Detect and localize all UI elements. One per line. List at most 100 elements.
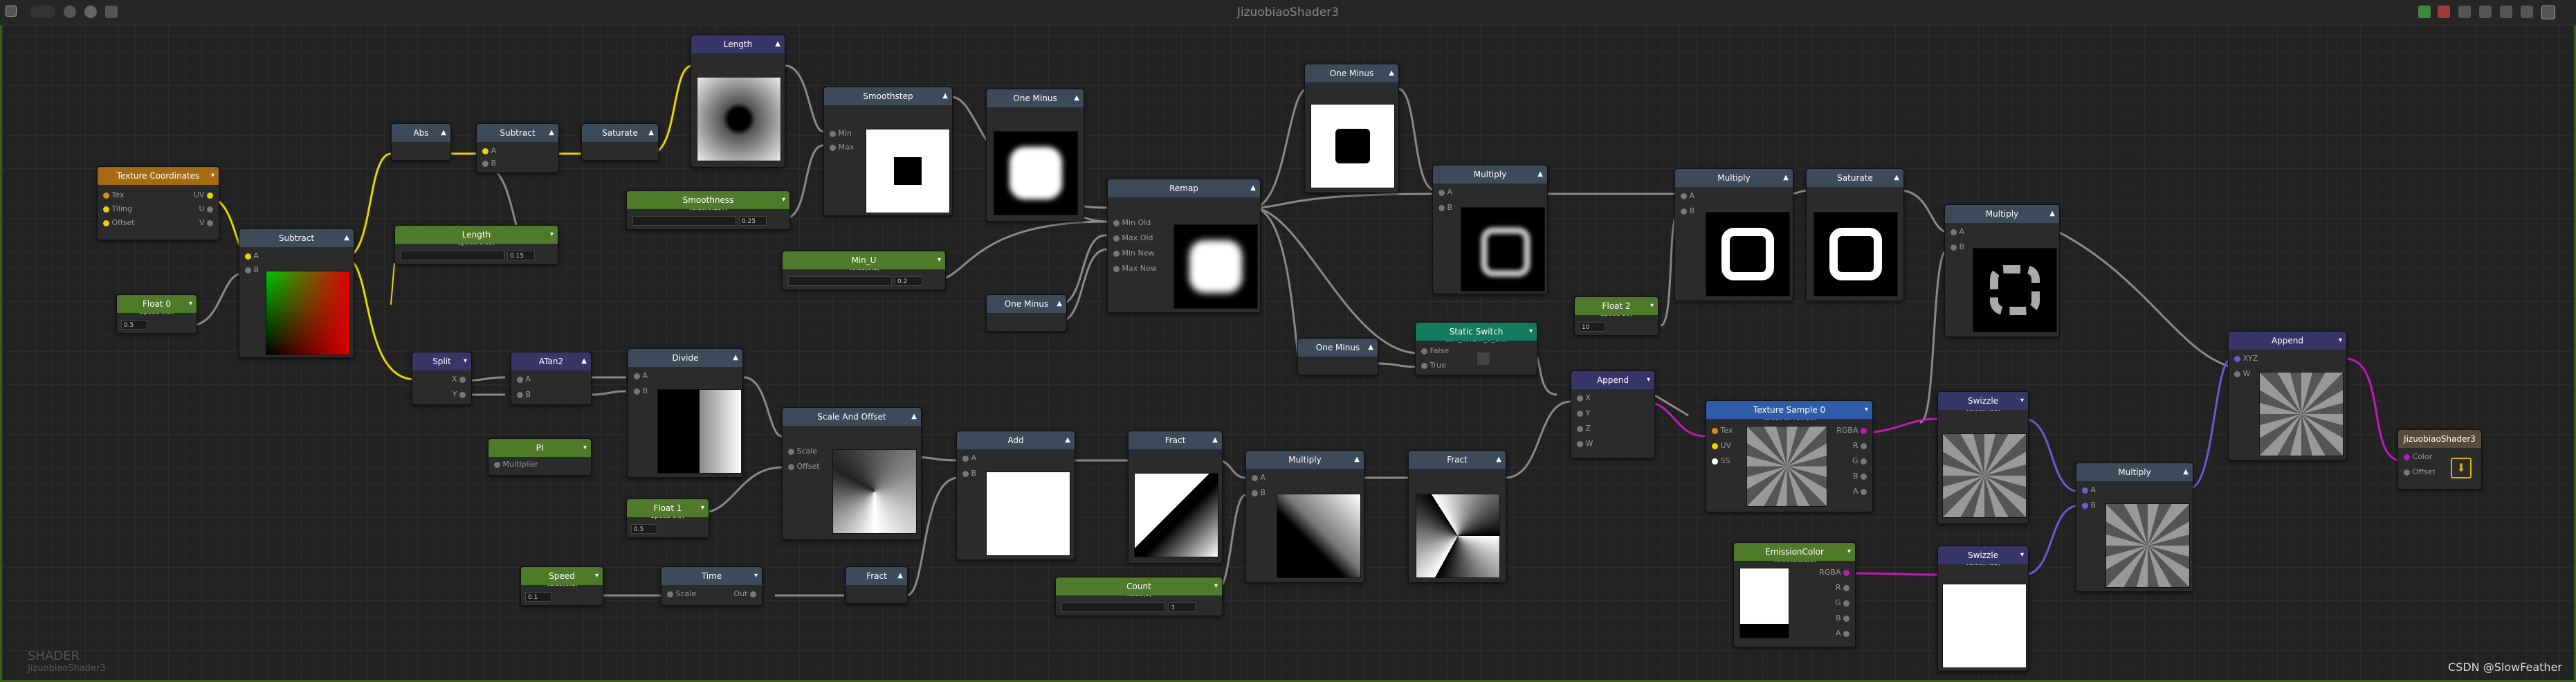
port-w[interactable]: W (2234, 369, 2250, 378)
node-header[interactable]: Smoothstep ▲ (824, 87, 952, 105)
dropdown-arrow-icon[interactable]: ▾ (2339, 332, 2342, 350)
node-texture-coordinates[interactable]: Texture Coordinates ▾ Tex Tiling Offset U… (97, 166, 219, 240)
dropdown-arrow-icon[interactable]: ▾ (1214, 577, 1218, 595)
port-scale[interactable]: Scale (667, 589, 696, 598)
node-saturate[interactable]: Saturate ▲ (581, 123, 659, 161)
collapse-arrow-icon[interactable]: ▲ (1057, 295, 1062, 313)
node-header[interactable]: Multiply ▲ (1246, 451, 1364, 469)
port-max-new[interactable]: Max New (1113, 264, 1157, 273)
node-header[interactable]: EmissionColor ▾ (1734, 543, 1855, 561)
node-split[interactable]: Split ▾ X Y (412, 352, 472, 405)
node-header[interactable]: Count ▾ (1056, 577, 1222, 595)
node-header[interactable]: PI ▾ (488, 439, 591, 457)
node-speed[interactable]: Speed▾ Value(0.1) 0.1 (520, 566, 603, 606)
node-fract-3[interactable]: Fract ▲ (846, 566, 908, 604)
slider-field[interactable] (1061, 602, 1165, 612)
node-multiply[interactable]: Multiply ▲ A B (1432, 165, 1548, 294)
node-header[interactable]: One Minus ▲ (1298, 339, 1378, 357)
port-r[interactable]: R (1836, 583, 1849, 592)
node-min-u[interactable]: Min_U▾ Value(0.2) 0.2 (782, 251, 946, 290)
dropdown-arrow-icon[interactable]: ▾ (1650, 297, 1654, 315)
node-subtract-2[interactable]: Subtract ▲ A B (476, 123, 559, 173)
node-append[interactable]: Append ▾ X Y Z W (1571, 370, 1655, 458)
port-uv[interactable]: UV (194, 190, 213, 199)
node-fract[interactable]: Fract ▲ (1128, 431, 1223, 564)
node-header[interactable]: JizuobiaoShader3 (2398, 430, 2481, 448)
node-static-switch[interactable]: Static Switch▾ Sort_INVERT_U_ON) False T… (1415, 322, 1537, 375)
port-ss[interactable]: SS (1712, 456, 1730, 465)
node-remap[interactable]: Remap ▲ Min Old Max Old Min New Max New (1107, 179, 1261, 313)
float-value-field[interactable]: 0.5 (631, 524, 657, 534)
float-value-field[interactable]: 0.5 (121, 320, 147, 330)
dropdown-arrow-icon[interactable]: ▾ (595, 567, 599, 585)
dropdown-arrow-icon[interactable]: ▾ (464, 352, 467, 370)
port-a[interactable]: A (517, 375, 531, 384)
node-output[interactable]: JizuobiaoShader3 Color Offset ⬇ (2397, 429, 2482, 490)
port-a[interactable]: A (1438, 188, 1452, 197)
port-x[interactable]: X (1577, 393, 1591, 402)
float-value-field[interactable]: 0.15 (507, 251, 535, 260)
collapse-arrow-icon[interactable]: ▲ (344, 229, 349, 247)
node-header[interactable]: Float 0 ▾ (117, 295, 197, 313)
node-header[interactable]: Append ▾ (2229, 332, 2346, 350)
dropdown-arrow-icon[interactable]: ▾ (2020, 546, 2024, 564)
node-time[interactable]: Time ▾ Scale Out (661, 566, 762, 606)
collapse-arrow-icon[interactable]: ▲ (581, 352, 587, 370)
node-header[interactable]: Swizzle ▾ (1938, 546, 2028, 564)
node-multiply-2[interactable]: Multiply ▲ A B (1674, 168, 1793, 301)
node-header[interactable]: One Minus ▲ (987, 89, 1084, 107)
port-a[interactable]: A (1853, 487, 1867, 496)
dropdown-arrow-icon[interactable]: ▾ (1529, 323, 1533, 341)
port-max-old[interactable]: Max Old (1113, 233, 1153, 242)
collapse-arrow-icon[interactable]: ▲ (1496, 451, 1501, 469)
collapse-arrow-icon[interactable]: ▲ (1894, 169, 1899, 187)
port-g[interactable]: G (1852, 456, 1867, 465)
node-header[interactable]: Fract ▲ (1129, 431, 1222, 449)
collapse-arrow-icon[interactable]: ▲ (897, 567, 903, 585)
port-xyz[interactable]: XYZ (2234, 354, 2258, 363)
node-header[interactable]: Append ▾ (1571, 371, 1654, 389)
node-header[interactable]: Float 2 ▾ (1575, 297, 1658, 315)
node-header[interactable]: Float 1 ▾ (627, 499, 709, 517)
node-length-float[interactable]: Length▾ Speed 0.15) 0.15 (394, 225, 558, 264)
port-offset[interactable]: Offset (788, 462, 820, 471)
port-rgba[interactable]: RGBA (1836, 426, 1867, 435)
dropdown-arrow-icon[interactable]: ▾ (211, 167, 214, 185)
port-x[interactable]: X (452, 375, 466, 384)
dropdown-arrow-icon[interactable]: ▾ (701, 499, 704, 517)
node-header[interactable]: ATan2 ▲ (511, 352, 591, 370)
collapse-arrow-icon[interactable]: ▲ (1783, 169, 1789, 187)
node-header[interactable]: Split ▾ (412, 352, 471, 370)
port-b[interactable]: B (1951, 242, 1964, 251)
node-header[interactable]: Speed ▾ (521, 567, 603, 585)
port-b[interactable]: B (1438, 203, 1452, 212)
port-min-old[interactable]: Min Old (1113, 218, 1151, 227)
node-abs[interactable]: Abs ▲ (391, 123, 451, 161)
collapse-arrow-icon[interactable]: ▲ (1212, 431, 1218, 449)
dropdown-arrow-icon[interactable]: ▾ (782, 191, 785, 209)
node-header[interactable]: Fract ▲ (846, 567, 907, 585)
port-b[interactable]: B (1836, 613, 1849, 622)
node-header[interactable]: Multiply ▲ (1675, 169, 1793, 187)
node-count[interactable]: Count▾ Value(3) 3 (1055, 577, 1223, 616)
node-multiply-4[interactable]: Multiply ▲ A B (1245, 450, 1364, 583)
node-texture-sample[interactable]: Texture Sample 0▾ Value(NoPreview) Tex U… (1706, 400, 1873, 512)
port-a[interactable]: A (482, 146, 496, 155)
node-header[interactable]: Remap ▲ (1108, 179, 1260, 197)
node-pi[interactable]: PI ▾ Multiplier (488, 438, 592, 476)
node-divide[interactable]: Divide ▲ A B (628, 348, 743, 478)
port-color[interactable]: Color (2404, 452, 2432, 461)
node-one-minus[interactable]: One Minus ▲ (986, 89, 1084, 222)
port-a[interactable]: A (1951, 227, 1964, 236)
port-a[interactable]: A (1836, 629, 1849, 638)
slider-field[interactable] (632, 216, 736, 226)
port-a[interactable]: A (1681, 191, 1695, 200)
node-header[interactable]: Texture Sample 0 ▾ (1706, 401, 1872, 419)
dropdown-arrow-icon[interactable]: ▾ (1865, 401, 1868, 419)
port-offset[interactable]: Offset (2404, 467, 2436, 476)
node-emission-color[interactable]: EmissionColor▾ Value(1,1,1,1) RGBA R G B… (1733, 542, 1856, 647)
port-tiling[interactable]: Tiling (103, 204, 132, 213)
port-multiplier[interactable]: Multiplier (494, 460, 538, 469)
port-a[interactable]: A (245, 251, 259, 260)
port-u[interactable]: U (199, 204, 213, 213)
